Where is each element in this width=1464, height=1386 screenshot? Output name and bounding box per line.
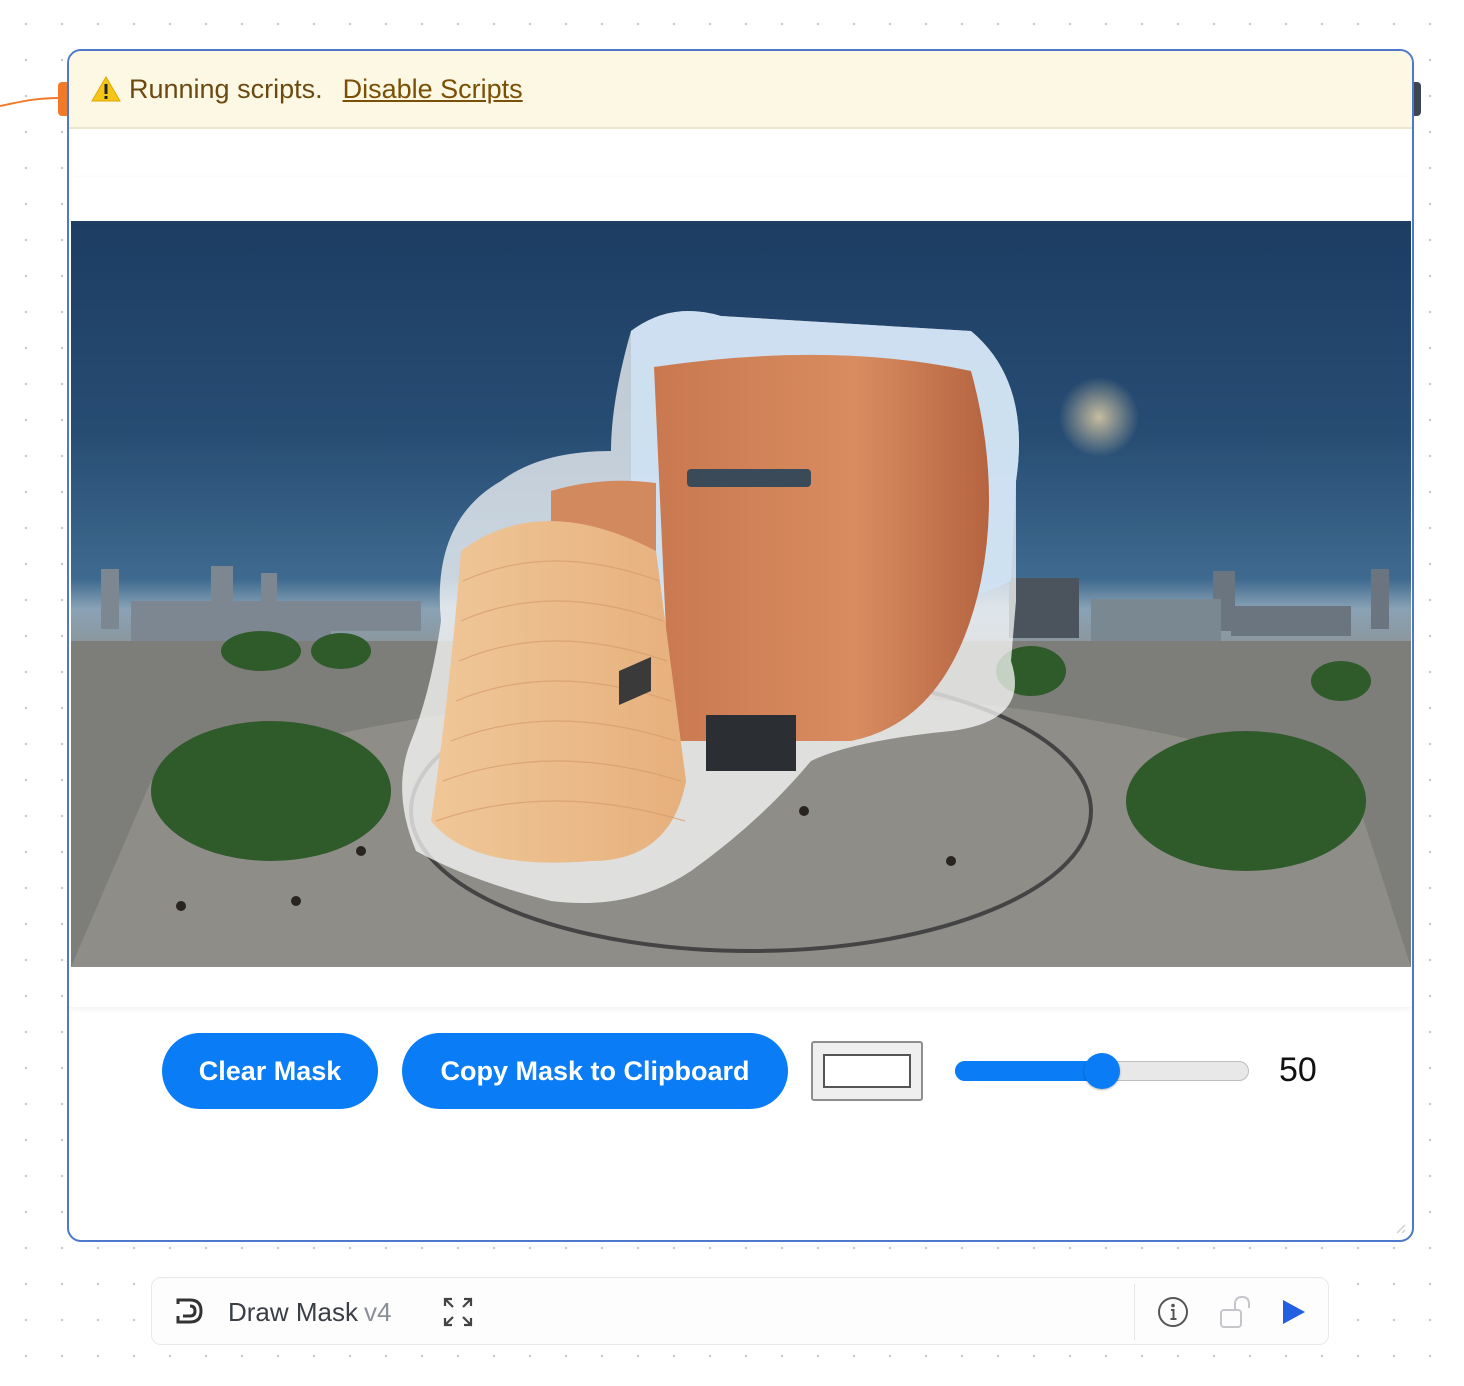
mask-canvas[interactable] <box>71 221 1411 967</box>
resize-handle-icon[interactable] <box>1392 1220 1406 1234</box>
warning-icon <box>91 76 121 102</box>
play-icon[interactable] <box>1278 1297 1308 1327</box>
slider-fill <box>955 1061 1102 1081</box>
node-logo-icon <box>176 1298 203 1324</box>
banner-message: Running scripts. <box>129 73 323 104</box>
slider-thumb[interactable] <box>1084 1053 1120 1089</box>
node-footer: Draw Mask v4 <box>151 1277 1329 1345</box>
brush-size-value: 50 <box>1279 1051 1317 1089</box>
node-version: v4 <box>364 1297 392 1327</box>
footer-divider <box>1134 1284 1135 1340</box>
brush-color-preview <box>823 1054 911 1088</box>
node-title-text: Draw Mask <box>228 1297 359 1327</box>
copy-mask-button[interactable]: Copy Mask to Clipboard <box>402 1033 788 1109</box>
expand-icon[interactable] <box>442 1296 474 1328</box>
node-title: Draw Mask v4 <box>228 1297 391 1328</box>
info-icon[interactable] <box>1156 1295 1190 1329</box>
lock-icon[interactable] <box>1218 1294 1254 1330</box>
brush-color-picker[interactable] <box>811 1041 923 1101</box>
clear-mask-button[interactable]: Clear Mask <box>162 1033 378 1109</box>
brush-size-slider[interactable] <box>955 1053 1249 1089</box>
scripts-banner: Running scripts. Disable Scripts <box>69 51 1412 129</box>
draw-mask-node[interactable]: Running scripts. Disable Scripts Clear M… <box>67 49 1414 1242</box>
canvas-container <box>69 177 1412 1007</box>
mask-controls: Clear Mask Copy Mask to Clipboard 50 <box>69 1031 1412 1111</box>
disable-scripts-link[interactable]: Disable Scripts <box>343 74 523 105</box>
